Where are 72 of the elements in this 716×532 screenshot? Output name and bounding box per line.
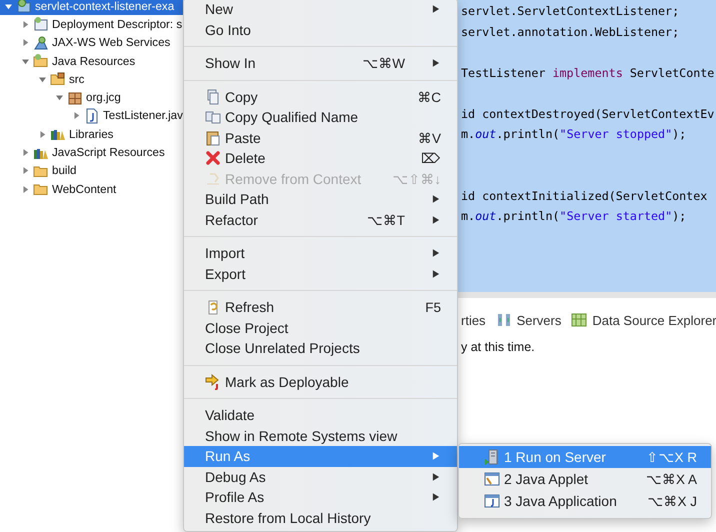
copy-icon bbox=[205, 109, 221, 126]
menu-item[interactable]: Refactor ⌥⌘T bbox=[184, 210, 457, 230]
server-icon bbox=[484, 449, 500, 465]
shortcut-text: ⌘C bbox=[417, 88, 441, 105]
descriptor-icon bbox=[33, 16, 49, 32]
panel-tab[interactable]: Servers bbox=[496, 312, 562, 328]
package-folder-icon bbox=[50, 71, 66, 88]
menu-item[interactable]: Refresh F5 bbox=[184, 297, 457, 318]
menu-item[interactable]: Show in Remote Systems view bbox=[184, 426, 457, 446]
web-project-icon bbox=[16, 0, 32, 14]
menu-item[interactable]: Restore from Local History bbox=[184, 508, 457, 528]
menu-item[interactable]: Show In ⌥⌘W bbox=[184, 53, 457, 74]
shortcut-text: ⌦ bbox=[421, 150, 441, 166]
shortcut-text: ⌥⌘W bbox=[362, 55, 405, 72]
code-line: id contextDestroyed(ServletContextEv bbox=[461, 106, 716, 122]
menu-item[interactable]: Close Unrelated Projects bbox=[184, 338, 457, 358]
code-line: servlet.ServletContextListener; bbox=[461, 3, 680, 20]
menu-item[interactable]: Copy Qualified Name bbox=[184, 107, 457, 128]
menu-item[interactable]: Validate bbox=[184, 405, 457, 426]
tree-item[interactable]: WebContent bbox=[0, 180, 183, 198]
panel-tab[interactable]: Data Source Explorer bbox=[571, 312, 716, 328]
deploy-arrow-icon bbox=[205, 374, 221, 390]
shortcut-text: ⇧⌥X R bbox=[646, 449, 697, 465]
tree-item[interactable]: Deployment Descriptor: s bbox=[0, 15, 183, 34]
clipboard-icon bbox=[205, 130, 221, 146]
tree-item[interactable]: Java Resources bbox=[0, 52, 183, 70]
applet-window-icon bbox=[484, 471, 500, 487]
menu-item[interactable]: Copy ⌘C bbox=[184, 86, 457, 107]
tree-item[interactable]: src bbox=[0, 70, 183, 88]
shortcut-text: ⌥⌘X A bbox=[646, 471, 697, 487]
tree-item[interactable]: TestListener.jav bbox=[0, 106, 183, 126]
map-grid-icon bbox=[571, 312, 588, 328]
tree-item[interactable]: JAX-WS Web Services bbox=[0, 34, 183, 52]
tree-item[interactable]: build bbox=[0, 162, 183, 180]
java-file-icon bbox=[84, 108, 100, 124]
menu-item[interactable]: 2 Java Applet ⌥⌘X A bbox=[459, 468, 711, 490]
code-line: m.out.println("Server stopped"); bbox=[461, 126, 688, 143]
menu-item[interactable]: Profile As bbox=[184, 487, 457, 508]
package-icon bbox=[67, 90, 83, 106]
menu-item[interactable]: Debug As bbox=[184, 466, 457, 487]
faded-arrow-icon bbox=[205, 170, 221, 187]
globe-icon bbox=[33, 34, 49, 51]
menu-item[interactable]: Close Project bbox=[184, 318, 457, 338]
shortcut-text: ⌥⇧⌘↓ bbox=[392, 170, 441, 187]
code-line: TestListener implements ServletConte bbox=[461, 64, 716, 82]
shortcut-text: F5 bbox=[425, 300, 441, 315]
code-line: servlet.annotation.WebListener; bbox=[461, 24, 680, 40]
menu-item[interactable]: Build Path bbox=[184, 189, 457, 210]
menu-item[interactable]: Import bbox=[184, 243, 457, 264]
code-line: m.out.println("Server started"); bbox=[461, 208, 688, 225]
shortcut-text: ⌥⌘X J bbox=[647, 493, 697, 509]
menu-item[interactable]: Delete ⌦ bbox=[184, 148, 457, 168]
menu-item[interactable]: Paste ⌘V bbox=[184, 128, 457, 148]
servers-icon bbox=[496, 312, 512, 328]
status-message: y at this time. bbox=[461, 340, 536, 354]
shortcut-text: ⌥⌘T bbox=[366, 212, 405, 228]
tree-item[interactable]: org.jcg bbox=[0, 88, 183, 107]
menu-item[interactable]: New bbox=[184, 0, 457, 20]
app-window-icon bbox=[484, 493, 500, 509]
code-line: id contextInitialized(ServletContex bbox=[461, 188, 708, 204]
menu-item[interactable]: Export bbox=[184, 264, 457, 284]
menu-item[interactable]: Go Into bbox=[184, 20, 457, 40]
copy-icon bbox=[205, 88, 221, 105]
tree-item[interactable]: JavaScript Resources bbox=[0, 143, 183, 162]
delete-icon bbox=[205, 150, 221, 166]
folder-icon bbox=[33, 53, 49, 70]
shortcut-text: ⌘V bbox=[418, 130, 441, 146]
tree-item[interactable]: servlet-context-listener-exa bbox=[0, 0, 183, 16]
menu-item[interactable]: Mark as Deployable bbox=[184, 372, 457, 392]
tree-item[interactable]: Libraries bbox=[0, 125, 183, 144]
panel-tab[interactable]: rties bbox=[461, 312, 486, 328]
menu-item[interactable]: 3 Java Application ⌥⌘X J bbox=[459, 490, 711, 512]
